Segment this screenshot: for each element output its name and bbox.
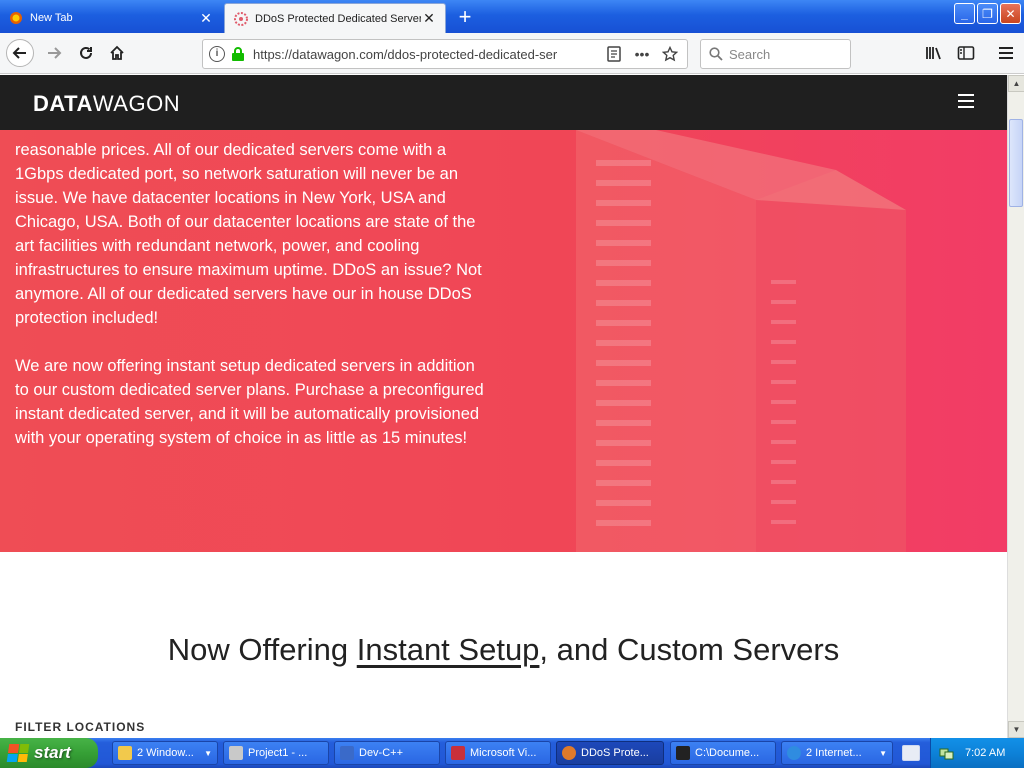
home-icon — [110, 45, 124, 60]
home-button[interactable] — [103, 39, 131, 67]
logo-bold-text: DATA — [33, 91, 93, 116]
instant-setup-link[interactable]: Instant Setup — [357, 632, 540, 667]
maximize-button[interactable]: ❐ — [977, 3, 998, 24]
task-label: 2 Window... — [137, 747, 194, 759]
site-favicon-icon — [233, 11, 249, 27]
taskbar-item-project1[interactable]: Project1 - ... — [223, 741, 329, 765]
devcpp-icon — [340, 746, 354, 760]
network-icon[interactable] — [939, 745, 955, 761]
taskbar-item-windows[interactable]: 2 Window... ▼ — [112, 741, 218, 765]
command-prompt-icon — [676, 746, 690, 760]
lock-icon[interactable] — [231, 46, 247, 62]
open-menu-button[interactable] — [992, 39, 1020, 67]
sidebar-icon — [957, 46, 975, 60]
arrow-right-icon — [48, 47, 62, 59]
reload-button[interactable] — [72, 39, 100, 67]
hamburger-menu-icon — [999, 47, 1013, 59]
url-text[interactable]: https://datawagon.com/ddos-protected-ded… — [253, 47, 597, 62]
start-label: start — [34, 743, 71, 762]
internet-explorer-icon — [787, 746, 801, 760]
back-button[interactable] — [6, 39, 34, 67]
firefox-icon — [562, 746, 576, 760]
library-button[interactable] — [920, 39, 948, 67]
sidebar-toggle-button[interactable] — [952, 39, 980, 67]
task-label: DDoS Prote... — [581, 747, 649, 759]
library-icon — [926, 47, 941, 60]
datawagon-logo[interactable]: DATAWAGON — [33, 91, 180, 117]
search-icon — [709, 47, 723, 61]
system-tray: 7:02 AM — [930, 738, 1024, 768]
close-window-button[interactable]: ✕ — [1000, 3, 1021, 24]
taskbar-item-visual-studio[interactable]: Microsoft Vi... — [445, 741, 551, 765]
start-button[interactable]: start — [0, 738, 98, 768]
taskbar-item-internet-explorer[interactable]: 2 Internet... ▼ — [781, 741, 893, 765]
site-header: DATAWAGON — [0, 75, 1007, 130]
visual-studio-icon — [451, 746, 465, 760]
tab-ddos-servers[interactable]: DDoS Protected Dedicated Servers ✕ — [224, 3, 446, 33]
search-box[interactable] — [700, 39, 851, 69]
scroll-thumb[interactable] — [1009, 119, 1023, 207]
app-icon — [229, 746, 243, 760]
caret-down-icon: ▼ — [879, 748, 887, 758]
logo-light-text: WAGON — [92, 91, 181, 116]
search-input[interactable] — [729, 46, 839, 62]
caret-down-icon: ▼ — [204, 748, 212, 758]
task-label: Dev-C++ — [359, 747, 404, 759]
folder-icon — [118, 746, 132, 760]
close-tab-icon[interactable]: ✕ — [421, 10, 437, 27]
address-bar[interactable]: i https://datawagon.com/ddos-protected-d… — [202, 39, 688, 69]
scroll-down-arrow-icon[interactable]: ▼ — [1008, 721, 1024, 738]
forward-button[interactable] — [40, 39, 68, 67]
site-menu-icon[interactable] — [958, 94, 974, 108]
arrow-left-icon — [12, 47, 26, 59]
task-label: C:\Docume... — [695, 747, 760, 759]
taskbar-item-devcpp[interactable]: Dev-C++ — [334, 741, 440, 765]
task-label: Microsoft Vi... — [470, 747, 537, 759]
new-tab-button[interactable]: + — [452, 4, 478, 30]
section-title-before: Now Offering — [167, 632, 357, 667]
section-title-after: , and Custom Servers — [539, 632, 840, 667]
taskbar-item-cmd[interactable]: C:\Docume... — [670, 741, 776, 765]
filter-locations-label: FILTER LOCATIONS — [15, 720, 146, 734]
browser-toolbar: i https://datawagon.com/ddos-protected-d… — [0, 33, 1024, 74]
minimize-button[interactable]: _ — [954, 3, 975, 24]
keyboard-language-icon[interactable] — [902, 745, 920, 761]
browser-tab-strip: New Tab ✕ DDoS Protected Dedicated Serve… — [0, 0, 1024, 33]
windows-flag-icon — [6, 744, 30, 762]
window-controls: _ ❐ ✕ — [954, 3, 1021, 24]
page-viewport: DATAWAGON reasonable prices. All of our … — [0, 75, 1007, 738]
hero-paragraph-1: reasonable prices. All of our dedicated … — [15, 141, 482, 327]
taskbar-item-ddos-protected[interactable]: DDoS Prote... — [556, 741, 664, 765]
task-label: Project1 - ... — [248, 747, 308, 759]
scroll-up-arrow-icon[interactable]: ▲ — [1008, 75, 1024, 92]
clock[interactable]: 7:02 AM — [965, 747, 1005, 759]
reload-icon — [80, 46, 92, 59]
hero-text: reasonable prices. All of our dedicated … — [15, 138, 490, 474]
tab-label: DDoS Protected Dedicated Servers — [255, 12, 421, 25]
windows-taskbar: start 2 Window... ▼ Project1 - ... Dev-C… — [0, 738, 1024, 768]
close-tab-icon[interactable]: ✕ — [198, 10, 214, 27]
task-label: 2 Internet... — [806, 747, 862, 759]
tab-label: New Tab — [30, 12, 73, 24]
hero-paragraph-2: We are now offering instant setup dedica… — [15, 357, 484, 447]
reader-view-icon[interactable] — [603, 44, 625, 64]
section-title: Now Offering Instant Setup, and Custom S… — [0, 632, 1007, 668]
hero-section: reasonable prices. All of our dedicated … — [0, 130, 1007, 552]
server-rack-illustration — [576, 130, 906, 552]
tab-new-tab[interactable]: New Tab ✕ — [0, 3, 222, 33]
bookmark-star-icon[interactable] — [659, 44, 681, 64]
site-info-icon[interactable]: i — [209, 46, 225, 62]
firefox-icon — [8, 10, 24, 26]
page-scrollbar[interactable]: ▲ ▼ — [1007, 75, 1024, 738]
page-actions-icon[interactable]: ••• — [631, 44, 653, 64]
